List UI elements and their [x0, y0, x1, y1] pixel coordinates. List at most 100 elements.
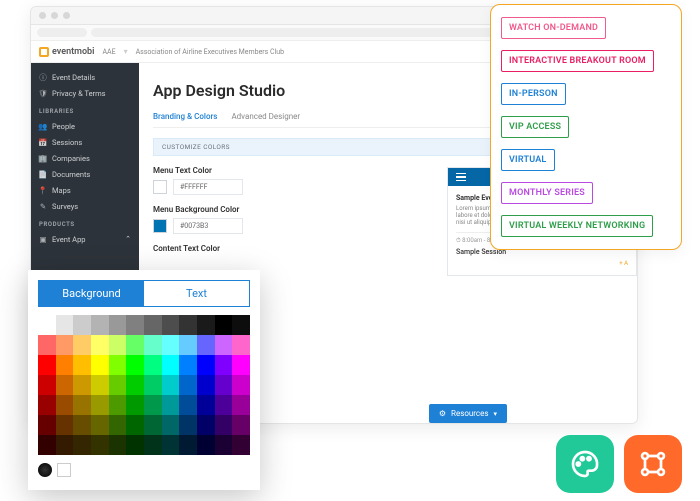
palette-cell[interactable] [91, 435, 109, 455]
palette-cell[interactable] [144, 435, 162, 455]
palette-cell[interactable] [38, 315, 56, 335]
palette-cell[interactable] [73, 355, 91, 375]
palette-cell[interactable] [144, 355, 162, 375]
event-tag[interactable]: VIP ACCESS [501, 116, 569, 138]
palette-cell[interactable] [162, 415, 180, 435]
palette-cell[interactable] [109, 355, 127, 375]
palette-cell[interactable] [91, 335, 109, 355]
palette-cell[interactable] [197, 395, 215, 415]
palette-cell[interactable] [144, 415, 162, 435]
palette-cell[interactable] [38, 375, 56, 395]
hamburger-icon[interactable] [456, 173, 466, 182]
preview-add-button[interactable]: + A [456, 260, 628, 267]
palette-cell[interactable] [56, 335, 74, 355]
org-code[interactable]: AAE [102, 48, 115, 56]
sidebar-item-maps[interactable]: 📍Maps [31, 182, 139, 198]
sidebar-item-sessions[interactable]: 📅Sessions [31, 134, 139, 150]
color-value-input[interactable]: #0073B3 [173, 218, 243, 234]
palette-cell[interactable] [73, 435, 91, 455]
vector-blob-icon[interactable] [624, 435, 682, 493]
palette-cell[interactable] [144, 375, 162, 395]
palette-cell[interactable] [215, 375, 233, 395]
traffic-light[interactable] [39, 12, 46, 19]
palette-cell[interactable] [179, 435, 197, 455]
palette-cell[interactable] [56, 415, 74, 435]
palette-cell[interactable] [144, 335, 162, 355]
palette-cell[interactable] [162, 435, 180, 455]
palette-cell[interactable] [179, 395, 197, 415]
sidebar-item-privacy[interactable]: 🛡Privacy & Terms [31, 85, 139, 101]
palette-cell[interactable] [215, 415, 233, 435]
palette-cell[interactable] [38, 415, 56, 435]
palette-cell[interactable] [179, 335, 197, 355]
palette-cell[interactable] [38, 335, 56, 355]
tab-advanced[interactable]: Advanced Designer [231, 112, 300, 121]
palette-icon[interactable] [38, 463, 52, 477]
palette-cell[interactable] [38, 395, 56, 415]
sidebar-item-companies[interactable]: 🏢Companies [31, 150, 139, 166]
palette-cell[interactable] [56, 435, 74, 455]
color-value-input[interactable]: #FFFFFF [173, 179, 243, 195]
palette-cell[interactable] [197, 415, 215, 435]
event-tag[interactable]: WATCH ON-DEMAND [501, 17, 606, 39]
traffic-light[interactable] [51, 12, 58, 19]
palette-cell[interactable] [232, 335, 250, 355]
event-tag[interactable]: MONTHLY SERIES [501, 182, 593, 204]
palette-cell[interactable] [215, 335, 233, 355]
palette-cell[interactable] [73, 375, 91, 395]
org-name[interactable]: Association of Airline Executives Member… [136, 48, 284, 56]
palette-cell[interactable] [91, 375, 109, 395]
current-color-swatch[interactable] [57, 463, 71, 477]
palette-cell[interactable] [197, 435, 215, 455]
picker-tab-text[interactable]: Text [144, 281, 249, 306]
sidebar-item-people[interactable]: 👥People [31, 118, 139, 134]
palette-cell[interactable] [38, 355, 56, 375]
palette-cell[interactable] [162, 315, 180, 335]
palette-cell[interactable] [197, 355, 215, 375]
palette-cell[interactable] [109, 315, 127, 335]
palette-cell[interactable] [179, 355, 197, 375]
traffic-light[interactable] [63, 12, 70, 19]
palette-cell[interactable] [91, 395, 109, 415]
palette-cell[interactable] [179, 315, 197, 335]
color-swatch[interactable] [153, 180, 167, 194]
palette-cell[interactable] [38, 435, 56, 455]
palette-cell[interactable] [126, 355, 144, 375]
palette-cell[interactable] [91, 355, 109, 375]
event-tag[interactable]: INTERACTIVE BREAKOUT ROOM [501, 50, 654, 72]
palette-blob-icon[interactable] [556, 435, 614, 493]
palette-cell[interactable] [144, 395, 162, 415]
palette-cell[interactable] [73, 415, 91, 435]
sidebar-item-event-details[interactable]: ⓘEvent Details [31, 69, 139, 85]
palette-cell[interactable] [126, 315, 144, 335]
palette-cell[interactable] [56, 355, 74, 375]
palette-cell[interactable] [91, 315, 109, 335]
sidebar-item-surveys[interactable]: ✎Surveys [31, 198, 139, 214]
palette-cell[interactable] [126, 435, 144, 455]
palette-cell[interactable] [109, 435, 127, 455]
palette-cell[interactable] [197, 335, 215, 355]
palette-cell[interactable] [144, 315, 162, 335]
palette-cell[interactable] [73, 315, 91, 335]
palette-cell[interactable] [73, 335, 91, 355]
event-tag[interactable]: VIRTUAL [501, 149, 555, 171]
palette-cell[interactable] [162, 335, 180, 355]
palette-cell[interactable] [232, 395, 250, 415]
resources-dropdown[interactable]: ⚙ Resources ▾ [429, 404, 507, 423]
palette-cell[interactable] [162, 375, 180, 395]
sidebar-item-event-app[interactable]: ▣Event App⌃ [31, 231, 139, 247]
palette-cell[interactable] [215, 435, 233, 455]
palette-cell[interactable] [232, 435, 250, 455]
palette-cell[interactable] [162, 355, 180, 375]
palette-cell[interactable] [162, 395, 180, 415]
palette-cell[interactable] [73, 395, 91, 415]
event-tag[interactable]: VIRTUAL WEEKLY NETWORKING [501, 215, 653, 237]
palette-cell[interactable] [232, 355, 250, 375]
palette-cell[interactable] [179, 415, 197, 435]
palette-cell[interactable] [109, 335, 127, 355]
palette-cell[interactable] [109, 415, 127, 435]
palette-cell[interactable] [91, 415, 109, 435]
palette-cell[interactable] [126, 375, 144, 395]
palette-cell[interactable] [56, 375, 74, 395]
palette-cell[interactable] [215, 395, 233, 415]
